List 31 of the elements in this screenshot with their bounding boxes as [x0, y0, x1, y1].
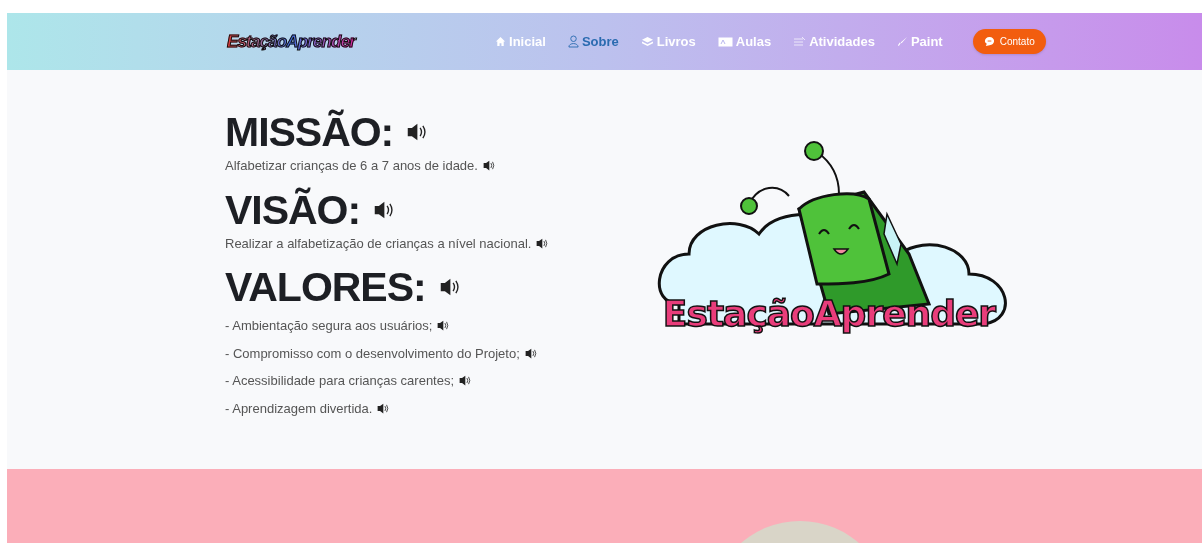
speaker-icon[interactable]	[523, 346, 537, 360]
nav-link[interactable]: Livros	[640, 31, 696, 52]
section-heading: VISÃO:	[225, 187, 361, 232]
body-text: - Acessibilidade para crianças carentes;	[225, 372, 455, 390]
chat-icon	[983, 36, 995, 47]
nav-link[interactable]: Sobre	[567, 31, 619, 52]
speaker-icon[interactable]	[436, 319, 450, 333]
section-heading: VALORES:	[225, 265, 426, 309]
body-text: Alfabetizar crianças de 6 a 7 anos de idade.	[225, 157, 478, 175]
logo[interactable]: EstaçãoAprender	[227, 33, 356, 50]
speaker-icon[interactable]	[458, 374, 472, 388]
user-icon	[567, 35, 579, 48]
notes-icon	[793, 35, 807, 48]
nav-link[interactable]: Paint	[896, 31, 943, 52]
body-text: Realizar a alfabetização de crianças a nível nacional.	[225, 234, 532, 253]
body-text: - Compromisso com o desenvolvimento do Projeto;	[225, 344, 520, 363]
nav-link[interactable]: Inicial	[495, 31, 546, 52]
section-heading: MISSÃO:	[225, 110, 394, 154]
speaker-icon[interactable]	[535, 236, 549, 250]
video-icon	[717, 36, 733, 47]
nav-link[interactable]: Atividades	[793, 31, 875, 52]
body-text: - Aprendizagem divertida.	[225, 399, 373, 418]
home-icon	[495, 36, 507, 47]
speaker-icon[interactable]	[376, 401, 390, 415]
speaker-icon[interactable]	[405, 121, 428, 143]
speaker-icon[interactable]	[481, 159, 495, 173]
nav-link[interactable]: Aulas	[717, 31, 772, 52]
book-icon	[640, 36, 654, 47]
body-text: - Ambientação segura aos usuários;	[225, 317, 433, 335]
contact-button[interactable]: Contato	[972, 29, 1046, 54]
brush-icon	[896, 36, 908, 47]
